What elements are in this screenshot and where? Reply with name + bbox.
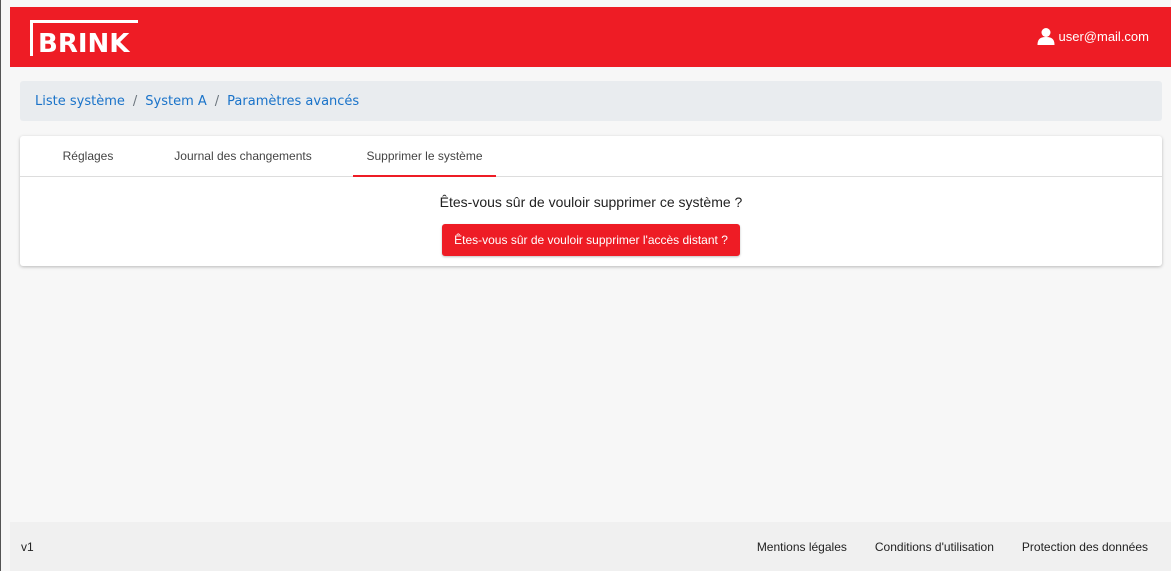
- legal-notice-link[interactable]: Mentions légales: [757, 540, 847, 554]
- footer: v1 Mentions légales Conditions d'utilisa…: [10, 522, 1171, 571]
- user-email: user@mail.com: [1058, 28, 1150, 44]
- settings-card: Réglages Journal des changements Supprim…: [20, 136, 1162, 266]
- user-menu[interactable]: user@mail.com: [1037, 27, 1150, 45]
- breadcrumb-advanced-settings[interactable]: Paramètres avancés: [227, 94, 359, 109]
- delete-question: Êtes-vous sûr de vouloir supprimer ce sy…: [439, 194, 743, 210]
- logo-text: BRINK: [38, 29, 130, 59]
- breadcrumb-separator: /: [214, 93, 220, 109]
- breadcrumb-system-list[interactable]: Liste système: [35, 94, 125, 109]
- top-bar: BRINK user@mail.com: [10, 7, 1171, 67]
- brink-logo[interactable]: BRINK: [30, 20, 138, 59]
- tab-change-log[interactable]: Journal des changements: [133, 136, 353, 176]
- tab-delete-system[interactable]: Supprimer le système: [353, 136, 496, 177]
- breadcrumb-separator: /: [132, 93, 138, 109]
- app-window: BRINK user@mail.com Liste système / Syst…: [0, 0, 1171, 571]
- version-label: v1: [21, 539, 34, 554]
- delete-remote-access-button[interactable]: Êtes-vous sûr de vouloir supprimer l'acc…: [442, 224, 740, 256]
- tab-bar: Réglages Journal des changements Supprim…: [20, 136, 1162, 177]
- terms-of-use-link[interactable]: Conditions d'utilisation: [875, 540, 994, 554]
- breadcrumb: Liste système / System A / Paramètres av…: [20, 81, 1162, 121]
- breadcrumb-system-a[interactable]: System A: [145, 94, 207, 109]
- footer-links: Mentions légales Conditions d'utilisatio…: [729, 540, 1148, 554]
- tab-settings[interactable]: Réglages: [43, 136, 133, 176]
- delete-panel: Êtes-vous sûr de vouloir supprimer ce sy…: [20, 177, 1162, 256]
- user-icon: [1037, 28, 1054, 45]
- data-protection-link[interactable]: Protection des données: [1022, 540, 1148, 554]
